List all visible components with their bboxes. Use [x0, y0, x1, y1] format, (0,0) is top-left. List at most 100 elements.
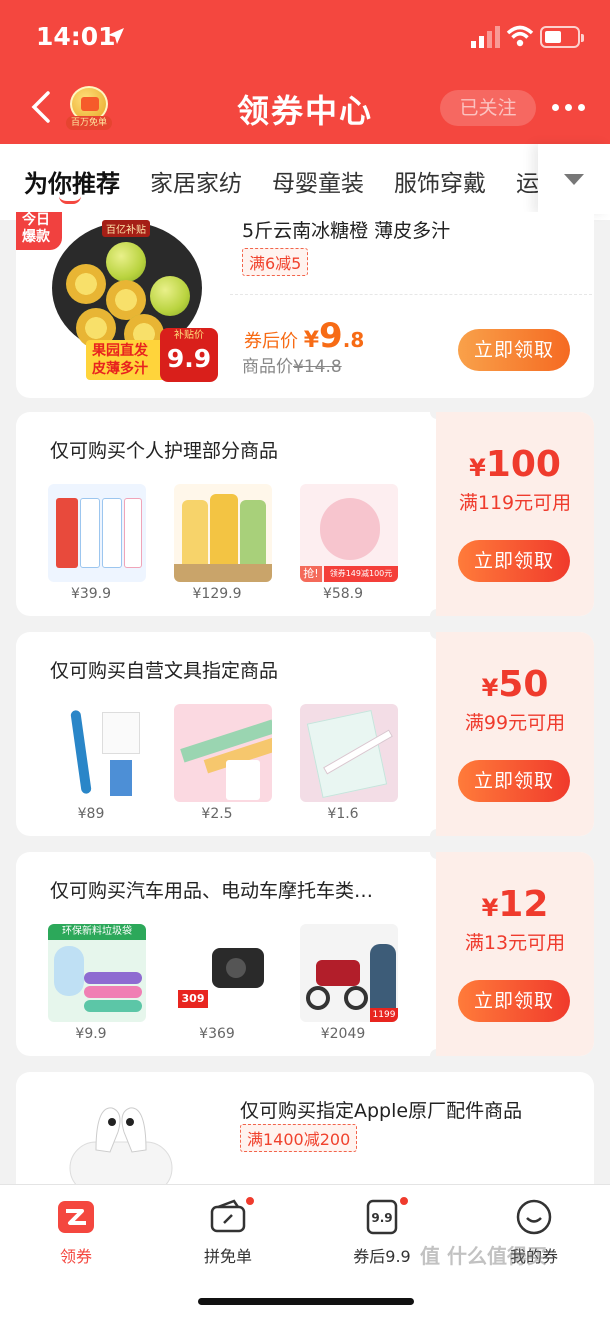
subsidy-tag: 百亿补贴 — [102, 220, 150, 237]
product-item[interactable]: ¥39.9 — [48, 484, 146, 602]
more-icon[interactable] — [552, 104, 588, 112]
shampoo-image — [174, 484, 272, 582]
product-item[interactable]: 环保新料垃圾袋 ¥9.9 — [48, 924, 146, 1042]
image-price-value: 9.9 — [166, 344, 212, 373]
product-price: ¥1.6 — [327, 806, 359, 822]
orig-price-value: ¥14.8 — [293, 357, 342, 377]
claim-button[interactable]: 立即领取 — [458, 980, 570, 1022]
coupon-amount: ¥50 — [436, 664, 594, 705]
after-coupon-price: 券后价 ¥9.8 — [244, 316, 364, 356]
follow-button[interactable]: 已关注 — [440, 90, 536, 126]
coupon-title: 仅可购买自营文具指定商品 — [50, 660, 279, 682]
tab-group-free[interactable]: 拼免单 — [168, 1195, 288, 1267]
product-item[interactable]: 309 ¥369 — [174, 924, 272, 1042]
dash-cam-image: 309 — [174, 924, 272, 1022]
tab-home-textile[interactable]: 家居家纺 — [150, 164, 242, 198]
coupon-condition: 满99元可用 — [464, 712, 566, 734]
coupon-card: 仅可购买个人护理部分商品 ¥39.9 ¥129.9 抢! 领券149减100元 … — [16, 412, 594, 616]
top-bar: 14:01 百万免单 领券中心 已关注 — [0, 0, 610, 144]
coupon-title: 仅可购买个人护理部分商品 — [50, 440, 279, 462]
promo-strip: 领券149减100元 — [324, 566, 398, 582]
tab-coupons[interactable]: 领券 — [16, 1197, 136, 1267]
product-price: ¥369 — [199, 1026, 235, 1042]
category-tabs: 为你推荐 家居家纺 母婴童装 服饰穿戴 运 — [0, 144, 610, 220]
after-price-int: 9 — [319, 316, 343, 356]
product-price: ¥129.9 — [192, 586, 242, 602]
ticket-icon: 9.9 — [362, 1195, 410, 1237]
notification-dot — [398, 1195, 410, 1207]
currency-symbol: ¥ — [303, 328, 320, 353]
divider — [230, 294, 592, 295]
coupon-value-panel: ¥12 满13元可用 立即领取 — [436, 852, 594, 1056]
coupon-condition: 满13元可用 — [464, 932, 566, 954]
currency-symbol: ¥ — [469, 454, 486, 482]
currency-symbol: ¥ — [481, 674, 499, 702]
claim-button[interactable]: 立即领取 — [458, 329, 570, 371]
coupon-amount: ¥12 — [436, 884, 594, 925]
discount-chip: 满1400减200 — [240, 1124, 358, 1152]
ruler-bag-image — [300, 704, 398, 802]
ruler-set-image — [174, 704, 272, 802]
coupon-icon — [56, 1197, 96, 1237]
notification-dot — [244, 1195, 256, 1207]
battery-icon — [540, 26, 584, 48]
featured-deal-card[interactable]: 今日 爆款 百亿补贴 果园直发 皮薄多汁 补贴价 9.9 5斤云南冰糖橙 薄皮多汁 满… — [16, 212, 594, 398]
smile-icon — [514, 1197, 554, 1237]
claim-button[interactable]: 立即领取 — [458, 540, 570, 582]
product-price: ¥9.9 — [75, 1026, 107, 1042]
orig-label: 商品价 — [242, 357, 293, 377]
orange-fruit — [66, 264, 106, 304]
product-title[interactable]: 5斤云南冰糖橙 薄皮多汁 — [242, 216, 450, 243]
pen-image — [48, 704, 146, 802]
grab-tag: 抢! — [300, 566, 322, 582]
price-tag: 1199 — [370, 1008, 398, 1022]
e-scooter-image: 1199 — [300, 924, 398, 1022]
coupon-amount-value: 50 — [498, 664, 549, 705]
tab-sports[interactable]: 运 — [516, 164, 539, 198]
product-item[interactable]: ¥129.9 — [174, 484, 272, 602]
product-price: ¥2049 — [320, 1026, 366, 1042]
face-towel-image: 抢! 领券149减100元 — [300, 484, 398, 582]
product-item[interactable]: ¥2.5 — [174, 704, 272, 822]
product-item[interactable]: ¥89 — [48, 704, 146, 822]
product-item[interactable]: 1199 ¥2049 — [300, 924, 398, 1042]
tab-label: 拼免单 — [203, 1247, 252, 1266]
home-indicator[interactable] — [198, 1298, 414, 1305]
product-price: ¥58.9 — [322, 586, 364, 602]
status-time: 14:01 — [36, 22, 116, 51]
product-item[interactable]: 抢! 领券149减100元 ¥58.9 — [300, 484, 398, 602]
tab-mother-baby[interactable]: 母婴童装 — [272, 164, 364, 198]
chevron-down-icon[interactable] — [538, 144, 610, 214]
coupon-amount: ¥100 — [436, 444, 594, 485]
product-price: ¥89 — [77, 806, 105, 822]
coupon-amount-value: 100 — [485, 444, 561, 485]
coupon-condition: 满119元可用 — [458, 492, 572, 514]
product-item[interactable]: ¥1.6 — [300, 704, 398, 822]
after-label: 券后价 — [244, 331, 298, 352]
product-price: ¥39.9 — [70, 586, 112, 602]
wallet-icon — [208, 1195, 256, 1237]
wifi-icon — [506, 25, 534, 47]
coupon-value-panel: ¥50 满99元可用 立即领取 — [436, 632, 594, 836]
orange-product-image[interactable]: 百亿补贴 果园直发 皮薄多汁 补贴价 9.9 — [48, 220, 218, 386]
coupon-title: 仅可购买汽车用品、电动车摩托车类… — [50, 880, 374, 902]
product-banner: 环保新料垃圾袋 — [48, 924, 146, 940]
product-price: ¥2.5 — [201, 806, 233, 822]
app: 14:01 百万免单 领券中心 已关注 为你推荐 家居家纺 母婴童装 服饰穿戴 … — [0, 0, 610, 1320]
tab-recommend[interactable]: 为你推荐 — [24, 164, 120, 199]
coupon-title: 仅可购买指定Apple原厂配件商品 — [240, 1100, 523, 1122]
claim-button[interactable]: 立即领取 — [458, 760, 570, 802]
original-price: 商品价¥14.8 — [242, 352, 342, 377]
location-arrow-icon — [108, 28, 124, 44]
image-price-tag: 补贴价 9.9 — [160, 328, 218, 382]
discount-chip: 满6减5 — [242, 248, 309, 276]
tab-apparel[interactable]: 服饰穿戴 — [394, 164, 486, 198]
ticket-icon-text: 9.9 — [371, 1211, 392, 1225]
image-price-label: 补贴价 — [174, 330, 204, 341]
status-bar: 14:01 — [0, 0, 610, 72]
signal-icon — [471, 26, 500, 48]
orange-fruit — [150, 276, 190, 316]
tab-label: 领券 — [59, 1247, 92, 1266]
after-price-dec: .8 — [342, 328, 365, 352]
orange-fruit — [106, 242, 146, 282]
